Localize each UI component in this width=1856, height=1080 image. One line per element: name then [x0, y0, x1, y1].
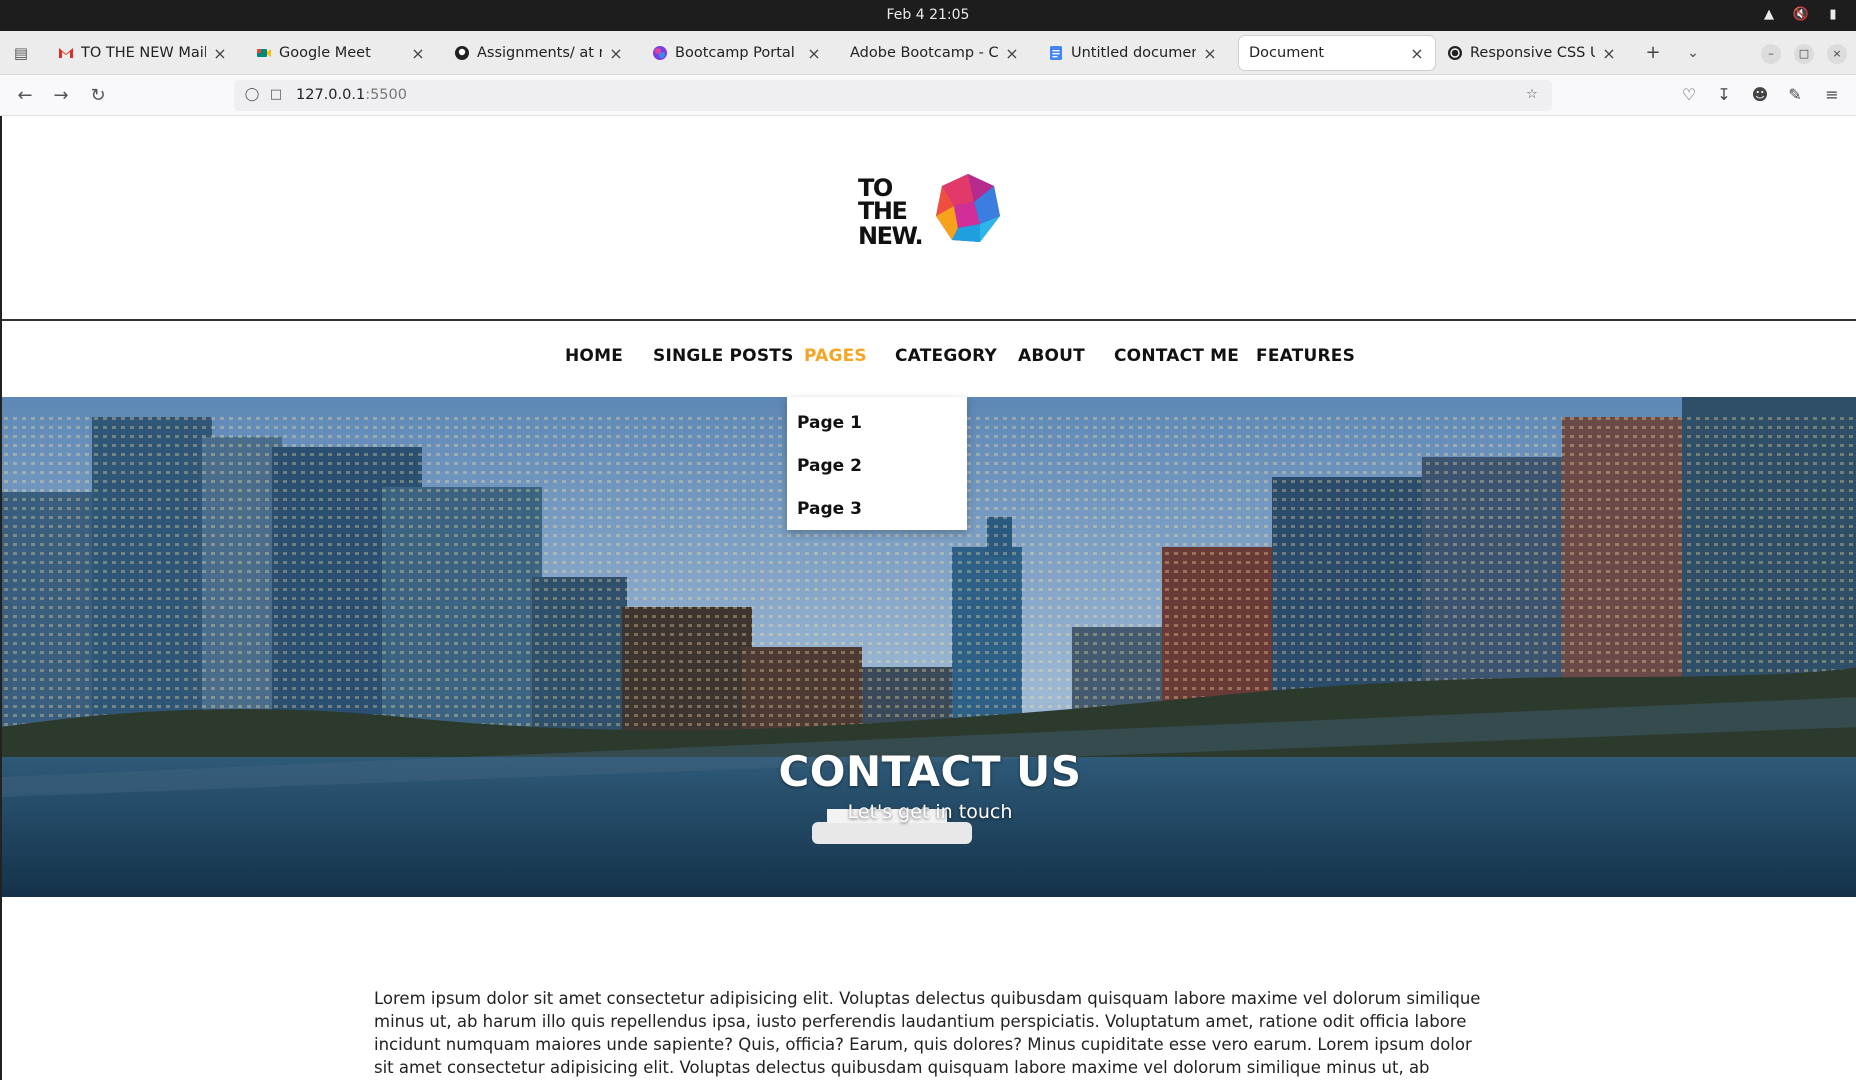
new-tab-icon[interactable]: +	[1640, 40, 1666, 66]
close-icon[interactable]: ×	[806, 44, 822, 63]
wifi-icon[interactable]: ▲	[1760, 7, 1778, 23]
tab-label: TO THE NEW Mail	[81, 45, 206, 61]
tab[interactable]: Responsive CSS Upda ×	[1437, 36, 1627, 70]
tab-label: Bootcamp Portal	[675, 45, 795, 61]
nav-features[interactable]: FEATURES	[1256, 346, 1355, 366]
logo-wordmark: TO THE NEW.	[858, 174, 928, 252]
nav-contact-me[interactable]: CONTACT ME	[1114, 346, 1239, 366]
hero-subtitle: Let's get in touch	[847, 801, 1013, 823]
os-top-bar: Feb 4 21:05 ▲ 🔇 ▮	[0, 0, 1856, 31]
tab-label: Assignments/ at main	[477, 45, 602, 61]
close-icon[interactable]: ×	[410, 44, 426, 63]
close-icon[interactable]: ×	[1409, 44, 1425, 63]
hero-title: CONTACT US	[778, 747, 1082, 796]
system-tray[interactable]: ▲ 🔇 ▮	[1760, 7, 1842, 23]
tab[interactable]: Adobe Bootcamp - CSS.p ×	[840, 36, 1030, 70]
body-paragraph: Lorem ipsum dolor sit amet consectetur a…	[374, 989, 1481, 1077]
dropdown-item-page-3[interactable]: Page 3	[797, 499, 862, 519]
minimize-icon[interactable]: –	[1761, 44, 1781, 64]
site-navigation: HOME SINGLE POSTS PAGES CATEGORY ABOUT C…	[2, 321, 1856, 397]
tab-label: Document	[1249, 45, 1325, 61]
tab[interactable]: Assignments/ at main ×	[444, 36, 634, 70]
url-text[interactable]: 127.0.0.1:5500	[296, 87, 407, 103]
downloads-icon[interactable]: ↧	[1712, 83, 1736, 107]
extensions-icon[interactable]: ✎	[1783, 83, 1807, 107]
bootcamp-portal-icon	[652, 45, 668, 61]
close-icon[interactable]: ×	[212, 44, 228, 63]
tab-label: Responsive CSS Upda	[1470, 45, 1595, 61]
close-icon[interactable]: ×	[1202, 44, 1218, 63]
tab[interactable]: Bootcamp Portal ×	[642, 36, 832, 70]
gem-logo-icon	[936, 174, 1000, 242]
github-icon	[454, 45, 470, 61]
tab-active[interactable]: Document ×	[1239, 36, 1435, 70]
firefox-view-icon[interactable]: ▤	[10, 42, 32, 64]
volume-muted-icon[interactable]: 🔇	[1792, 7, 1810, 23]
tab-label: Adobe Bootcamp - CSS.p	[850, 45, 998, 61]
close-icon[interactable]: ×	[1004, 44, 1020, 63]
google-meet-icon	[256, 45, 272, 61]
svg-text:NEW.: NEW.	[858, 222, 922, 249]
browser-nav-bar: ← → ↻ ◯ □ 127.0.0.1:5500 ☆ ♡ ↧ ☻ ✎ ≡	[0, 75, 1856, 116]
account-icon[interactable]: ☻	[1748, 83, 1772, 107]
shield-icon[interactable]: ◯	[244, 87, 260, 103]
tab[interactable]: TO THE NEW Mail ×	[48, 36, 238, 70]
browser-tab-strip: ▤ TO THE NEW Mail × Google Meet × Assign…	[0, 31, 1856, 75]
dropdown-item-page-2[interactable]: Page 2	[797, 456, 862, 476]
nav-category[interactable]: CATEGORY	[895, 346, 997, 366]
os-clock[interactable]: Feb 4 21:05	[0, 7, 1856, 23]
pocket-icon[interactable]: ♡	[1677, 83, 1701, 107]
page-icon[interactable]: □	[268, 87, 284, 103]
url-port: :5500	[365, 87, 407, 103]
forward-icon[interactable]: →	[48, 83, 74, 109]
url-host: 127.0.0.1	[296, 87, 366, 103]
bookmark-star-icon[interactable]: ☆	[1524, 87, 1540, 103]
nav-home[interactable]: HOME	[565, 346, 623, 366]
gmail-icon	[58, 45, 74, 61]
restore-icon[interactable]: □	[1794, 44, 1814, 64]
nav-single-posts[interactable]: SINGLE POSTS	[653, 346, 794, 366]
svg-text:THE: THE	[858, 197, 906, 225]
dropdown-item-page-1[interactable]: Page 1	[797, 413, 862, 433]
back-icon[interactable]: ←	[12, 83, 38, 109]
nav-pages[interactable]: PAGES	[804, 346, 867, 366]
tab-label: Google Meet	[279, 45, 371, 61]
close-window-icon[interactable]: ×	[1827, 44, 1847, 64]
url-bar[interactable]: ◯ □ 127.0.0.1:5500 ☆	[234, 80, 1552, 111]
reload-icon[interactable]: ↻	[85, 83, 111, 109]
google-docs-icon	[1048, 45, 1064, 61]
tab-label: Untitled document - G	[1071, 45, 1196, 61]
close-icon[interactable]: ×	[1601, 44, 1617, 63]
tab[interactable]: Untitled document - G ×	[1038, 36, 1228, 70]
openai-icon	[1447, 45, 1463, 61]
battery-icon[interactable]: ▮	[1824, 7, 1842, 23]
to-the-new-logo[interactable]: TO THE NEW.	[858, 172, 1008, 252]
tab[interactable]: Google Meet ×	[246, 36, 436, 70]
site-header: TO THE NEW.	[2, 116, 1856, 320]
menu-icon[interactable]: ≡	[1820, 83, 1844, 107]
nav-about[interactable]: ABOUT	[1018, 346, 1085, 366]
tab-list-chevron-icon[interactable]: ⌄	[1680, 40, 1706, 66]
close-icon[interactable]: ×	[608, 44, 624, 63]
pages-dropdown-menu: Page 1 Page 2 Page 3	[787, 397, 967, 530]
page-viewport: TO THE NEW. HOME SINGLE POSTS PAGES CATE…	[0, 116, 1856, 1080]
